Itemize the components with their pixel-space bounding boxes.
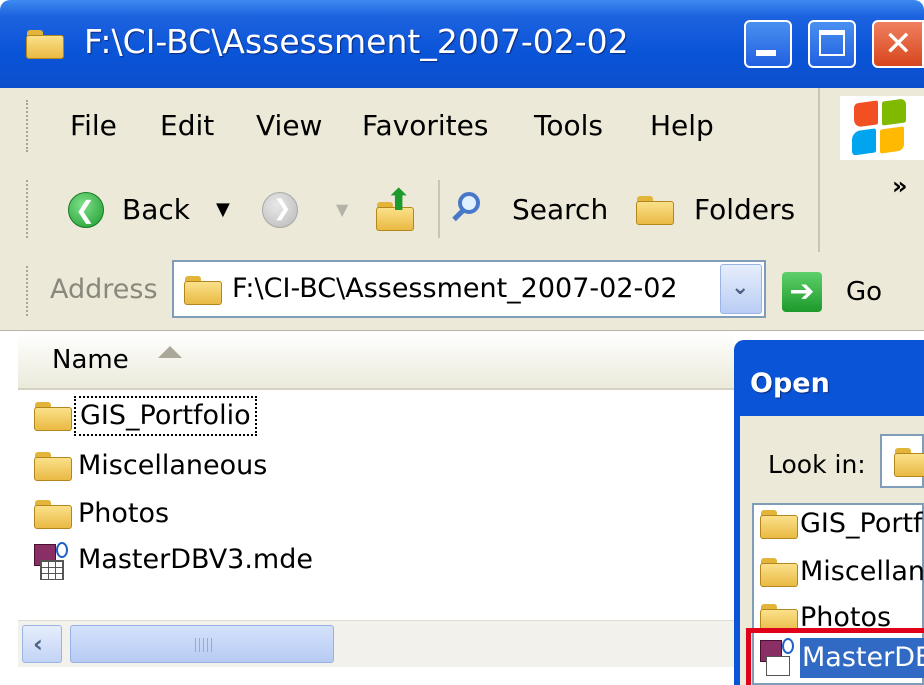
go-label: Go [846,277,883,307]
toolbar-chevron[interactable]: » [892,172,908,200]
folders-icon [636,196,674,225]
column-header-name[interactable]: Name [18,332,734,390]
chevron-down-icon: ⌄ [731,275,750,300]
close-icon: ✕ [884,24,913,64]
sort-ascending-icon [158,346,182,358]
minimize-icon [756,50,776,56]
list-item-label: Photos [78,498,170,529]
look-in-dropdown[interactable] [880,434,924,488]
window-titlebar[interactable]: F:\CI-BC\Assessment_2007-02-02 ✕ [0,0,924,88]
folder-icon [760,558,798,587]
minimize-button[interactable] [744,20,792,68]
go-arrow-icon: ➔ [782,272,822,312]
search-button[interactable]: Search [452,186,612,234]
menu-separator [818,88,820,166]
grip-lines-icon [195,638,213,652]
menu-edit[interactable]: Edit [160,108,214,144]
up-folder-button[interactable]: ⬆ [372,186,420,234]
folder-icon [34,402,72,431]
access-database-icon [34,542,70,580]
forward-arrow-icon: ❯ [273,196,292,221]
folders-button[interactable]: Folders [632,186,802,234]
address-label: Address [50,274,158,305]
forward-dropdown-icon[interactable]: ▼ [336,196,348,224]
menu-view[interactable]: View [256,108,322,144]
menu-tools[interactable]: Tools [534,108,603,144]
look-in-label: Look in: [768,450,866,479]
toolbar-grip[interactable] [26,180,33,238]
horizontal-scrollbar[interactable]: ‹ [18,620,734,667]
list-item-label: Miscellaneous [78,450,268,481]
folder-icon [894,448,924,477]
menu-favorites[interactable]: Favorites [362,108,488,144]
search-label: Search [512,193,609,226]
address-value: F:\CI-BC\Assessment_2007-02-02 [232,273,678,304]
dialog-item-label: GIS_Portf [800,508,923,539]
scroll-left-button[interactable]: ‹ [22,625,62,663]
close-button[interactable]: ✕ [872,20,924,68]
back-button[interactable]: ❮ Back ▼ [64,186,244,234]
toolbar-separator [438,180,440,238]
menu-file[interactable]: File [70,108,117,144]
up-arrow-icon: ⬆ [386,183,412,218]
maximize-button[interactable] [808,20,856,68]
standard-toolbar: ❮ Back ▼ ❯ ▼ ⬆ Search Folders » [0,166,924,253]
folder-icon [184,276,222,305]
back-dropdown-icon[interactable]: ▼ [216,196,230,224]
folders-label: Folders [694,193,796,226]
column-header-label: Name [52,345,129,375]
menubar-grip[interactable] [26,100,33,152]
folder-icon [34,452,72,481]
forward-button[interactable]: ❯ [262,192,298,228]
address-dropdown-button[interactable]: ⌄ [720,264,762,314]
back-label: Back [122,193,190,226]
folder-icon [760,510,798,539]
dialog-item-label: MasterDB [800,638,924,678]
folder-icon [34,500,72,529]
toolbar-separator-2 [818,166,820,252]
windows-logo-icon [840,96,924,160]
window-title: F:\CI-BC\Assessment_2007-02-02 [84,22,629,61]
dialog-item-label: Miscellane [800,556,924,587]
menu-bar: File Edit View Favorites Tools Help [0,88,924,167]
access-database-icon [760,638,796,676]
list-item-label: GIS_Portfolio [74,396,257,436]
maximize-icon [819,30,845,56]
menu-help[interactable]: Help [650,108,714,144]
back-arrow-icon: ❮ [68,192,104,228]
addressbar-grip[interactable] [26,266,33,316]
dialog-title: Open [750,368,830,399]
folder-icon [26,30,64,59]
list-item-label: MasterDBV3.mde [78,544,313,575]
go-button[interactable]: ➔ Go [782,268,892,316]
address-input[interactable]: F:\CI-BC\Assessment_2007-02-02 ⌄ [172,260,766,318]
chevron-left-icon: ‹ [33,630,43,658]
scroll-thumb[interactable] [70,625,334,663]
